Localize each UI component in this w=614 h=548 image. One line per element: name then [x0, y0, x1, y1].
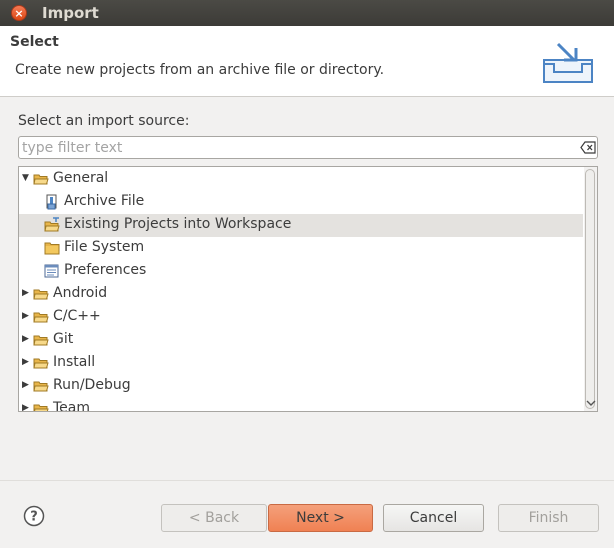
tree-item-label: C/C++: [53, 308, 101, 324]
tree-item-label: Team: [53, 400, 91, 412]
next-button[interactable]: Next >: [268, 504, 373, 532]
cancel-button[interactable]: Cancel: [383, 504, 484, 532]
back-button[interactable]: < Back: [161, 504, 267, 532]
tree-item-label: File System: [64, 239, 145, 255]
tree-item-existing-projects[interactable]: Existing Projects into Workspace: [19, 214, 583, 237]
finish-button[interactable]: Finish: [498, 504, 599, 532]
collapsed-arrow-icon[interactable]: ▶: [22, 287, 32, 299]
import-source-tree[interactable]: ▼ General Archive File Existing Projects…: [18, 166, 598, 412]
collapsed-arrow-icon[interactable]: ▶: [22, 356, 32, 368]
tree-item-general[interactable]: ▼ General: [19, 168, 583, 191]
tree-item-team[interactable]: ▶ Team: [19, 398, 583, 412]
tree-item-file-system[interactable]: File System: [19, 237, 583, 260]
tree-scrollbar[interactable]: [584, 167, 597, 411]
tree-item-cpp[interactable]: ▶ C/C++: [19, 306, 583, 329]
folder-open-icon: [33, 312, 49, 323]
tree-item-label: Android: [53, 285, 108, 301]
scroll-down-icon[interactable]: [586, 399, 596, 407]
tree-item-archive-file[interactable]: Archive File: [19, 191, 583, 214]
svg-text:?: ?: [30, 510, 38, 525]
title-bar: × Import: [0, 0, 614, 26]
tree-item-label: Git: [53, 331, 74, 347]
close-window-button[interactable]: ×: [11, 5, 27, 21]
import-wizard-icon: [543, 42, 593, 83]
page-title: Select: [10, 34, 59, 50]
folder-open-icon: [33, 381, 49, 392]
collapsed-arrow-icon[interactable]: ▶: [22, 379, 32, 391]
tree-item-label: Existing Projects into Workspace: [64, 216, 292, 232]
expanded-arrow-icon[interactable]: ▼: [22, 172, 32, 184]
folder-open-icon: [33, 174, 49, 185]
import-source-label: Select an import source:: [18, 113, 190, 129]
tree-item-android[interactable]: ▶ Android: [19, 283, 583, 306]
tree-item-label: Preferences: [64, 262, 147, 278]
import-projects-icon: [44, 217, 60, 232]
filter-input[interactable]: [22, 138, 570, 157]
window-title: Import: [42, 4, 99, 22]
tree-item-label: Install: [53, 354, 96, 370]
folder-icon: [44, 242, 60, 255]
folder-open-icon: [33, 289, 49, 300]
collapsed-arrow-icon[interactable]: ▶: [22, 333, 32, 345]
help-icon[interactable]: ?: [23, 505, 45, 527]
tree-item-label: Run/Debug: [53, 377, 131, 393]
folder-open-icon: [33, 404, 49, 411]
filter-field: [18, 136, 598, 159]
tree-item-install[interactable]: ▶ Install: [19, 352, 583, 375]
tree-item-git[interactable]: ▶ Git: [19, 329, 583, 352]
tree-item-run-debug[interactable]: ▶ Run/Debug: [19, 375, 583, 398]
preferences-icon: [44, 264, 59, 278]
page-description: Create new projects from an archive file…: [15, 62, 385, 78]
tree-item-preferences[interactable]: Preferences: [19, 260, 583, 283]
footer-divider: [0, 480, 614, 481]
folder-open-icon: [33, 335, 49, 346]
archive-file-icon: [46, 194, 57, 210]
collapsed-arrow-icon[interactable]: ▶: [22, 402, 32, 411]
folder-open-icon: [33, 358, 49, 369]
collapsed-arrow-icon[interactable]: ▶: [22, 310, 32, 322]
tree-item-label: Archive File: [64, 193, 145, 209]
scrollbar-thumb[interactable]: [585, 169, 595, 409]
tree-item-label: General: [53, 170, 109, 186]
clear-filter-icon[interactable]: [580, 141, 596, 154]
wizard-header: Select Create new projects from an archi…: [0, 26, 614, 97]
